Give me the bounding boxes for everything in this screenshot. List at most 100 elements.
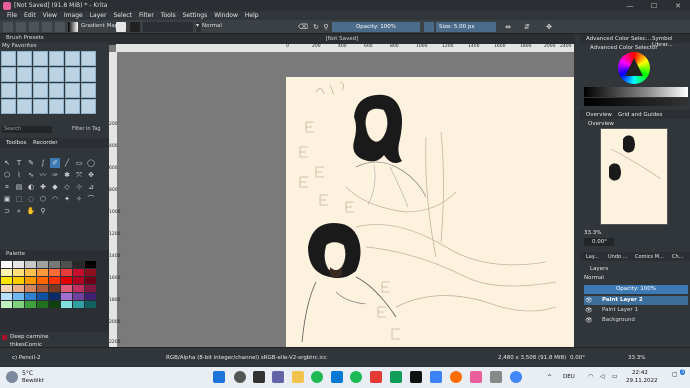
wifi-icon[interactable]: ◠ [588, 373, 593, 380]
language-indicator[interactable]: DEU [563, 374, 575, 380]
layer-row[interactable]: Paint Layer 1 [584, 306, 688, 315]
color-shades-bar[interactable] [584, 98, 688, 106]
minimize-button[interactable]: — [618, 2, 642, 10]
enclose-fill-icon[interactable]: ◇ [62, 182, 72, 192]
brush-search-input[interactable]: Search [2, 126, 52, 133]
brush-preset[interactable] [1, 67, 16, 82]
brush-preset[interactable] [49, 99, 64, 114]
close-button[interactable]: ✕ [666, 2, 690, 10]
search-icon[interactable] [234, 371, 246, 383]
select-shapes-icon[interactable]: ↖ [2, 158, 12, 168]
layer-row[interactable]: Paint Layer 2 [584, 296, 688, 305]
eraser-mode-icon[interactable]: ⌫ [298, 22, 308, 32]
open-document-icon[interactable] [16, 22, 26, 32]
overview-thumbnail[interactable] [600, 128, 668, 225]
polygon-tool-icon[interactable]: ⬠ [2, 170, 12, 180]
brush-preset[interactable] [1, 83, 16, 98]
dynamic-brush-icon[interactable]: ✑ [50, 170, 60, 180]
menu-layer[interactable]: Layer [90, 12, 107, 19]
similar-select-icon[interactable]: ✧ [74, 194, 84, 204]
gradient-swatch[interactable] [68, 22, 78, 32]
transform-tool-icon[interactable]: ⤧ [74, 170, 84, 180]
visibility-eye-icon[interactable]: 👁 [585, 297, 593, 304]
brush-preset[interactable] [49, 67, 64, 82]
color-picker-icon[interactable]: ⚲ [38, 206, 48, 216]
file-explorer-icon[interactable] [292, 371, 304, 383]
smart-patch-icon[interactable]: ✚ [38, 182, 48, 192]
store-icon[interactable] [390, 371, 402, 383]
menu-view[interactable]: View [43, 12, 57, 19]
tab-channels[interactable]: Ch... [672, 254, 683, 260]
multibrush-icon[interactable]: ✱ [62, 170, 72, 180]
start-icon[interactable] [213, 371, 225, 383]
brush-preset[interactable] [65, 51, 80, 66]
rectangle-tool-icon[interactable]: ▭ [74, 158, 84, 168]
brush-preset[interactable] [1, 51, 16, 66]
layer-blend-select[interactable]: Normal [584, 274, 644, 282]
brush-preset[interactable] [65, 83, 80, 98]
color-wheel[interactable] [618, 52, 650, 84]
edit-shapes-icon[interactable]: ✎ [26, 158, 36, 168]
redo-icon[interactable] [55, 22, 65, 32]
save-icon[interactable] [29, 22, 39, 32]
menu-tools[interactable]: Tools [161, 12, 176, 19]
ellipse-tool-icon[interactable]: ◯ [86, 158, 96, 168]
weather-temp[interactable]: 5°C [22, 370, 33, 377]
brush-preset[interactable] [33, 99, 48, 114]
photos-icon[interactable] [430, 371, 442, 383]
move-tool-icon[interactable]: ✥ [86, 170, 96, 180]
size-slider-handle[interactable] [424, 22, 434, 32]
firefox-icon[interactable] [450, 371, 462, 383]
gradient-tool-icon[interactable]: ▤ [14, 182, 24, 192]
mirror-horizontal-icon[interactable]: ⇹ [503, 22, 513, 32]
tab-advanced-color[interactable]: Advanced Color Selec... [586, 36, 651, 42]
opacity-slider[interactable]: Opacity: 100% [332, 22, 420, 32]
volume-icon[interactable]: ◁ [600, 373, 605, 380]
brush-preset[interactable] [33, 83, 48, 98]
brush-preset[interactable] [17, 51, 32, 66]
tray-chevron-icon[interactable]: ^ [547, 374, 552, 381]
brush-tool-icon[interactable]: ✐ [50, 158, 60, 168]
tab-comics-manager[interactable]: Comics M... [635, 254, 664, 260]
menu-filter[interactable]: Filter [139, 12, 154, 19]
brush-preset[interactable] [65, 99, 80, 114]
task-view-icon[interactable] [253, 371, 265, 383]
pattern-swatch[interactable] [116, 22, 126, 32]
freehand-select-icon[interactable]: ◠ [50, 194, 60, 204]
fill-tool-icon[interactable]: ◆ [50, 182, 60, 192]
clock-time[interactable]: 22:42 [632, 370, 648, 376]
ellipse-select-icon[interactable]: ◌ [26, 194, 36, 204]
menu-window[interactable]: Window [214, 12, 238, 19]
visibility-eye-icon[interactable]: 👁 [585, 307, 593, 314]
polyline-tool-icon[interactable]: ⌇ [14, 170, 24, 180]
polygon-select-icon[interactable]: ⬡ [38, 194, 48, 204]
brush-preset[interactable] [49, 51, 64, 66]
wrap-around-icon[interactable]: ✥ [544, 22, 554, 32]
blend-mode-select[interactable]: Normal [202, 23, 222, 29]
overview-rotation[interactable]: 0.00° [584, 238, 614, 246]
tab-undo[interactable]: Undo ... [608, 254, 627, 260]
tab-grid-guides[interactable]: Grid and Guides [618, 112, 662, 118]
weather-desc[interactable]: Bewölkt [22, 378, 44, 384]
mirror-vertical-icon[interactable]: ⇵ [522, 22, 532, 32]
size-slider[interactable]: Size: 5.00 px [436, 22, 496, 32]
measure-tool-icon[interactable]: ⊿ [86, 182, 96, 192]
edge-icon[interactable] [331, 371, 343, 383]
brush-preset[interactable] [17, 67, 32, 82]
drawing-paper[interactable] [286, 77, 575, 347]
menu-file[interactable]: File [7, 12, 17, 19]
magnetic-select-icon[interactable]: ⊃ [2, 206, 12, 216]
rect-select-icon[interactable]: ⬚ [14, 194, 24, 204]
tab-recorder[interactable]: Recorder [33, 140, 58, 146]
menu-edit[interactable]: Edit [24, 12, 36, 19]
brush-preset[interactable] [17, 83, 32, 98]
brush-preset-selector[interactable] [143, 22, 193, 32]
status-zoom[interactable]: 33.3% [628, 355, 645, 361]
zoom-tool-icon[interactable]: ⌕ [14, 206, 24, 216]
brush-preset[interactable] [81, 51, 96, 66]
brush-preset[interactable] [49, 83, 64, 98]
fill-icon[interactable] [130, 22, 140, 32]
blend-mode-chevron-icon[interactable]: ▾ [196, 22, 201, 32]
line-tool-icon[interactable]: ╱ [62, 158, 72, 168]
weather-icon[interactable] [6, 371, 18, 383]
